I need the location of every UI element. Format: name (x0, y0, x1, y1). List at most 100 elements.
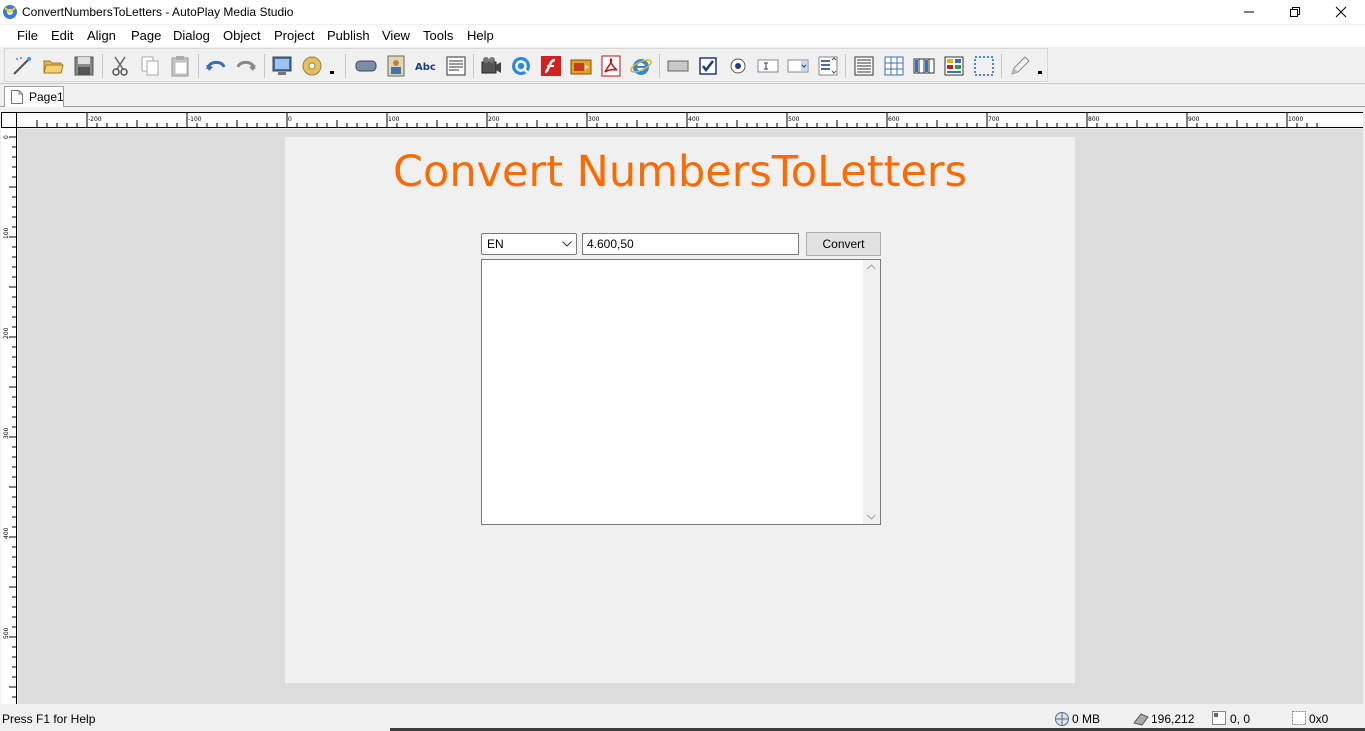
listbox-object-button[interactable] (815, 53, 841, 79)
toolbar-separator (659, 54, 660, 78)
pdf-object-button[interactable] (598, 53, 624, 79)
button-object-icon (355, 60, 377, 72)
input-field-object-button[interactable] (755, 53, 781, 79)
chevron-down-icon (562, 241, 572, 247)
selection-object-button[interactable] (971, 53, 997, 79)
ruler-label: 200 (488, 116, 500, 123)
copy-button[interactable] (137, 53, 163, 79)
progress-object-button[interactable] (941, 53, 967, 79)
button-object-button[interactable] (353, 53, 379, 79)
ruler-corner (1, 112, 17, 128)
tab-page1[interactable]: Page1 (4, 86, 64, 107)
ruler-label: 200 (3, 327, 10, 339)
menu-view[interactable]: View (382, 28, 410, 43)
pencil-icon (1011, 56, 1030, 75)
selection-rect-icon (974, 56, 994, 76)
table-grid-object-button[interactable] (881, 53, 907, 79)
folder-open-icon (43, 60, 64, 74)
page-icon (11, 90, 23, 104)
cursor-eraser-icon (1133, 713, 1149, 726)
video-object-button[interactable] (478, 53, 504, 79)
clipboard-icon (171, 56, 189, 77)
slideshow-object-button[interactable] (568, 53, 594, 79)
dropdown-arrow-icon[interactable] (1038, 71, 1042, 74)
label-object-button[interactable]: Abc (413, 53, 439, 79)
color-grid-icon (944, 56, 964, 76)
quicktime-object-button[interactable] (508, 53, 534, 79)
preview-button[interactable] (269, 53, 295, 79)
close-button[interactable] (1318, 0, 1364, 24)
menu-help[interactable]: Help (467, 28, 494, 43)
video-camera-icon (481, 57, 501, 74)
toolbar-separator (102, 54, 103, 78)
open-button[interactable] (40, 53, 66, 79)
menu-align[interactable]: Align (87, 28, 116, 43)
toolbar-separator (473, 54, 474, 78)
menu-page[interactable]: Page (131, 28, 161, 43)
flash-object-button[interactable] (538, 53, 564, 79)
restore-icon (1290, 7, 1300, 17)
design-canvas[interactable]: Convert NumbersToLetters EN 4.600,50 Con… (18, 129, 1363, 704)
undo-button[interactable] (203, 53, 229, 79)
page-heading[interactable]: Convert NumbersToLetters (285, 147, 1075, 197)
flash-icon (541, 56, 561, 76)
scroll-up-arrow-icon[interactable] (867, 264, 876, 270)
grid-object-button[interactable] (851, 53, 877, 79)
plugin-object-button[interactable] (1007, 53, 1033, 79)
status-object-position: 0, 0 (1230, 712, 1251, 726)
paste-button[interactable] (167, 53, 193, 79)
menu-tools[interactable]: Tools (423, 28, 453, 43)
redo-button[interactable] (233, 53, 259, 79)
redo-icon (236, 60, 256, 71)
output-textarea[interactable] (481, 259, 881, 525)
dropdown-arrow-icon[interactable] (330, 71, 334, 74)
toolbar-separator (264, 54, 265, 78)
save-button[interactable] (71, 53, 97, 79)
number-input[interactable]: 4.600,50 (582, 233, 799, 255)
checkbox-object-button[interactable] (695, 53, 721, 79)
menu-edit[interactable]: Edit (51, 28, 73, 43)
ruler-label: 500 (3, 627, 10, 639)
web-object-button[interactable] (628, 53, 654, 79)
output-scrollbar[interactable] (863, 260, 880, 524)
menu-project[interactable]: Project (274, 28, 314, 43)
input-box-icon (667, 60, 689, 72)
label-object-icon: Abc (415, 62, 436, 73)
input-object-button[interactable] (665, 53, 691, 79)
menu-dialog[interactable]: Dialog (173, 28, 210, 43)
listbox-icon (818, 56, 838, 76)
publish-button[interactable] (299, 53, 325, 79)
minimize-button[interactable] (1226, 0, 1272, 24)
toolbar-separator (845, 54, 846, 78)
language-dropdown[interactable]: EN (481, 233, 577, 255)
toolbar-separator (345, 54, 346, 78)
radiobutton-object-button[interactable] (725, 53, 751, 79)
vertical-ruler-ticks: 0 100 200 300 400 500 (3, 135, 16, 698)
text-input-icon (757, 59, 779, 73)
tree-object-button[interactable] (911, 53, 937, 79)
status-object-size: 0x0 (1309, 712, 1329, 726)
restore-button[interactable] (1272, 0, 1318, 24)
paragraph-object-button[interactable] (443, 53, 469, 79)
toolbar-separator (1001, 54, 1002, 78)
menu-file[interactable]: File (17, 28, 38, 43)
image-object-button[interactable] (383, 53, 409, 79)
new-project-wizard-button[interactable] (9, 53, 35, 79)
position-icon (1212, 711, 1226, 725)
menu-publish[interactable]: Publish (327, 28, 370, 43)
image-object-icon (387, 55, 405, 77)
convert-button[interactable]: Convert (806, 232, 881, 256)
scroll-down-arrow-icon[interactable] (867, 514, 876, 520)
cut-button[interactable] (107, 53, 133, 79)
combobox-icon (787, 59, 809, 73)
window-title: ConvertNumbersToLetters - AutoPlay Media… (22, 5, 294, 19)
page-tab-strip: Page1 (0, 83, 1365, 107)
size-icon (1292, 711, 1306, 725)
ruler-label: 600 (888, 116, 900, 123)
menu-object[interactable]: Object (223, 28, 261, 43)
columns-icon (913, 58, 935, 74)
number-input-value: 4.600,50 (587, 237, 634, 251)
quicktime-icon (512, 57, 530, 75)
page-surface[interactable]: Convert NumbersToLetters EN 4.600,50 Con… (285, 137, 1075, 683)
combobox-object-button[interactable] (785, 53, 811, 79)
